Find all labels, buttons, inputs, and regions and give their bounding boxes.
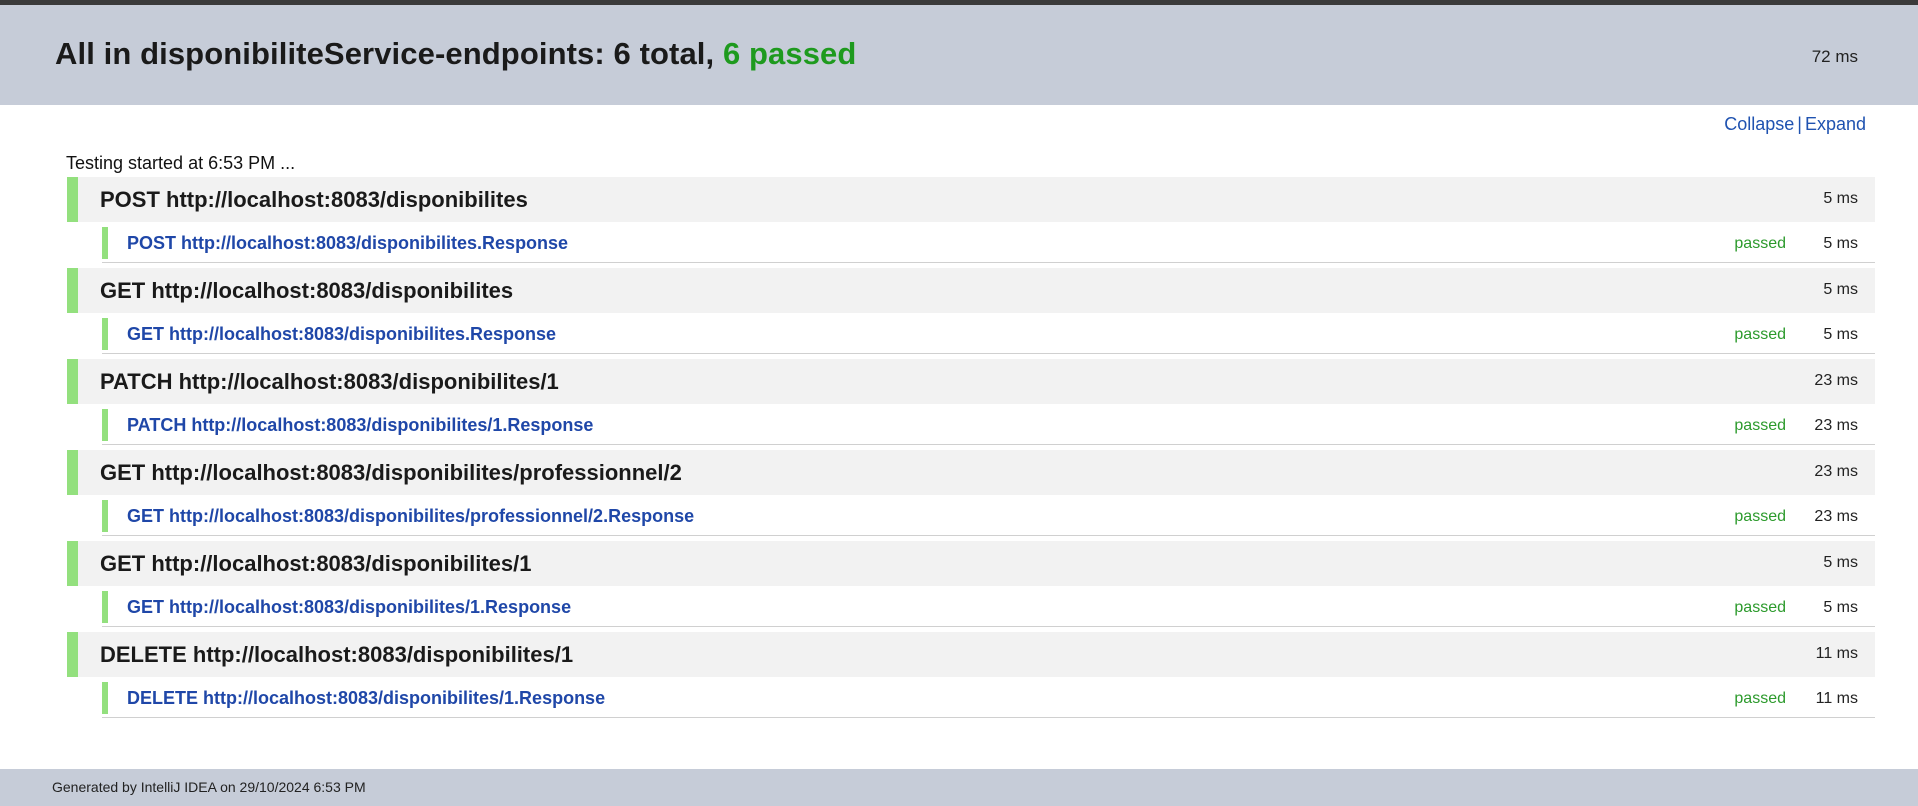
test-name-link[interactable]: DELETE http://localhost:8083/disponibili…	[127, 688, 605, 709]
group-header[interactable]: GET http://localhost:8083/disponibilites…	[67, 450, 1875, 495]
test-row: GET http://localhost:8083/disponibilites…	[102, 313, 1875, 354]
status-bar	[102, 591, 108, 623]
status-bar	[102, 227, 108, 259]
group-header[interactable]: DELETE http://localhost:8083/disponibili…	[67, 632, 1875, 677]
group-header[interactable]: POST http://localhost:8083/disponibilite…	[67, 177, 1875, 222]
group-name: POST http://localhost:8083/disponibilite…	[100, 187, 528, 212]
test-status: passed	[1734, 326, 1786, 343]
test-duration: 11 ms	[1815, 690, 1858, 707]
group-name: GET http://localhost:8083/disponibilites…	[100, 460, 682, 485]
test-group: GET http://localhost:8083/disponibilites…	[67, 268, 1875, 354]
report-title: All in disponibiliteService-endpoints: 6…	[55, 36, 856, 72]
status-bar	[102, 409, 108, 441]
toggle-separator: |	[1797, 114, 1802, 134]
test-duration: 5 ms	[1823, 599, 1858, 616]
test-status: passed	[1734, 690, 1786, 707]
group-duration: 11 ms	[1815, 645, 1858, 662]
test-group: GET http://localhost:8083/disponibilites…	[67, 541, 1875, 627]
passed-count: 6 passed	[722, 36, 857, 71]
group-name: GET http://localhost:8083/disponibilites…	[100, 551, 532, 576]
test-name-link[interactable]: GET http://localhost:8083/disponibilites…	[127, 324, 556, 345]
group-duration: 5 ms	[1823, 554, 1858, 571]
test-duration: 5 ms	[1823, 326, 1858, 343]
group-name: GET http://localhost:8083/disponibilites	[100, 278, 514, 303]
test-row: POST http://localhost:8083/disponibilite…	[102, 222, 1875, 263]
status-bar	[102, 682, 108, 714]
total-duration: 72 ms	[1811, 47, 1858, 66]
test-suite: POST http://localhost:8083/disponibilite…	[0, 177, 1918, 718]
report-footer: Generated by IntelliJ IDEA on 29/10/2024…	[0, 769, 1918, 806]
group-duration: 5 ms	[1823, 281, 1858, 298]
collapse-expand-controls: Collapse | Expand	[1724, 114, 1866, 135]
test-group: GET http://localhost:8083/disponibilites…	[67, 450, 1875, 536]
report-title-prefix: All in disponibiliteService-endpoints: 6…	[55, 36, 723, 71]
test-duration: 5 ms	[1823, 235, 1858, 252]
test-status: passed	[1734, 417, 1786, 434]
status-bar	[102, 318, 108, 350]
group-duration: 5 ms	[1823, 190, 1858, 207]
group-duration: 23 ms	[1814, 463, 1858, 480]
test-status: passed	[1734, 235, 1786, 252]
test-group: POST http://localhost:8083/disponibilite…	[67, 177, 1875, 263]
test-name-link[interactable]: PATCH http://localhost:8083/disponibilit…	[127, 415, 593, 436]
test-row: DELETE http://localhost:8083/disponibili…	[102, 677, 1875, 718]
group-duration: 23 ms	[1814, 372, 1858, 389]
test-row: PATCH http://localhost:8083/disponibilit…	[102, 404, 1875, 445]
test-row: GET http://localhost:8083/disponibilites…	[102, 495, 1875, 536]
test-status: passed	[1734, 508, 1786, 525]
test-group: DELETE http://localhost:8083/disponibili…	[67, 632, 1875, 718]
test-status: passed	[1734, 599, 1786, 616]
group-name: PATCH http://localhost:8083/disponibilit…	[100, 369, 559, 394]
testing-started-text: Testing started at 6:53 PM ...	[66, 153, 296, 173]
test-row: GET http://localhost:8083/disponibilites…	[102, 586, 1875, 627]
group-header[interactable]: GET http://localhost:8083/disponibilites…	[67, 268, 1875, 313]
group-name: DELETE http://localhost:8083/disponibili…	[100, 642, 574, 667]
generated-by-text: Generated by IntelliJ IDEA on 29/10/2024…	[52, 779, 366, 795]
test-name-link[interactable]: GET http://localhost:8083/disponibilites…	[127, 506, 694, 527]
test-name-link[interactable]: GET http://localhost:8083/disponibilites…	[127, 597, 571, 618]
test-duration: 23 ms	[1814, 508, 1858, 525]
group-header[interactable]: PATCH http://localhost:8083/disponibilit…	[67, 359, 1875, 404]
collapse-link[interactable]: Collapse	[1724, 114, 1794, 134]
test-name-link[interactable]: POST http://localhost:8083/disponibilite…	[127, 233, 568, 254]
expand-link[interactable]: Expand	[1805, 114, 1866, 134]
group-header[interactable]: GET http://localhost:8083/disponibilites…	[67, 541, 1875, 586]
report-header: All in disponibiliteService-endpoints: 6…	[0, 5, 1918, 105]
test-group: PATCH http://localhost:8083/disponibilit…	[67, 359, 1875, 445]
test-duration: 23 ms	[1814, 417, 1858, 434]
status-bar	[102, 500, 108, 532]
